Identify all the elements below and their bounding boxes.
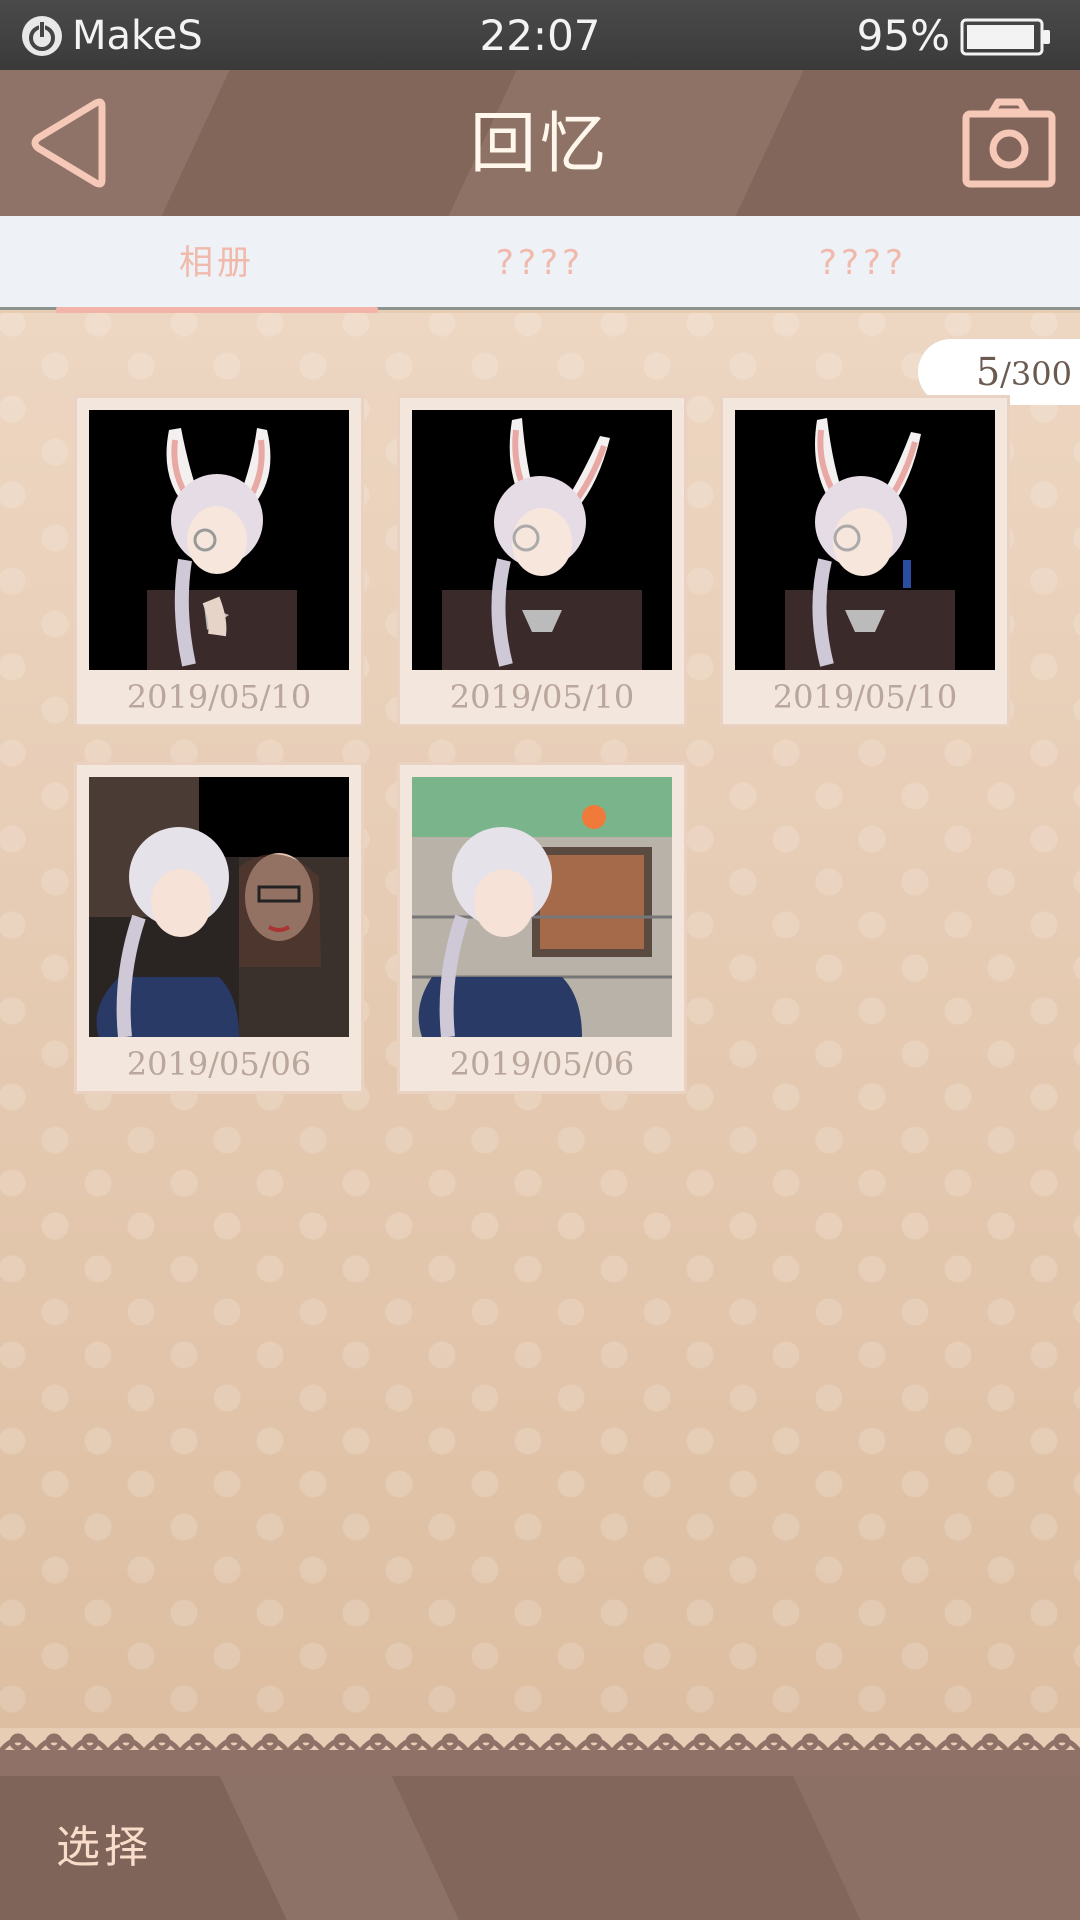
photo-thumbnail: [89, 777, 349, 1037]
photo-count-current: 5: [975, 350, 1001, 394]
photo-thumbnail: [412, 777, 672, 1037]
status-bar: MakeS 22:07 95%: [0, 0, 1080, 70]
photo-card[interactable]: 2019/05/10: [74, 395, 364, 727]
tab-locked-2[interactable]: ????: [702, 216, 1024, 310]
battery-percent: 95%: [856, 11, 950, 60]
lace-divider: [0, 1733, 1080, 1778]
photo-count-separator: /: [1000, 355, 1011, 393]
tab-album[interactable]: 相册: [56, 216, 378, 313]
tab-bar: 相册 ???? ????: [0, 216, 1080, 313]
photo-card[interactable]: 2019/05/10: [397, 395, 687, 727]
photo-date: 2019/05/06: [449, 1045, 635, 1083]
photo-card[interactable]: 2019/05/10: [720, 395, 1010, 727]
photo-card[interactable]: 2019/05/06: [74, 762, 364, 1094]
photo-card[interactable]: 2019/05/06: [397, 762, 687, 1094]
photo-date: 2019/05/10: [772, 678, 958, 716]
header-bar: 回忆: [0, 70, 1080, 216]
photo-date: 2019/05/10: [449, 678, 635, 716]
photo-date: 2019/05/06: [126, 1045, 312, 1083]
battery-icon: [960, 18, 1050, 56]
photo-count-max: 300: [1010, 355, 1072, 393]
page-title: 回忆: [470, 105, 610, 182]
photo-date: 2019/05/10: [126, 678, 312, 716]
photo-thumbnail: [412, 410, 672, 670]
photo-thumbnail: [89, 410, 349, 670]
select-button[interactable]: 选择: [56, 1820, 152, 1876]
photo-thumbnail: [735, 410, 995, 670]
bottom-bar: 选择: [0, 1776, 1080, 1920]
tab-locked-1[interactable]: ????: [379, 216, 701, 310]
album-grid: 5/300 2019/05/10 2019/05/10 2019/05/10 2…: [0, 313, 1080, 1728]
camera-icon[interactable]: [960, 96, 1058, 190]
